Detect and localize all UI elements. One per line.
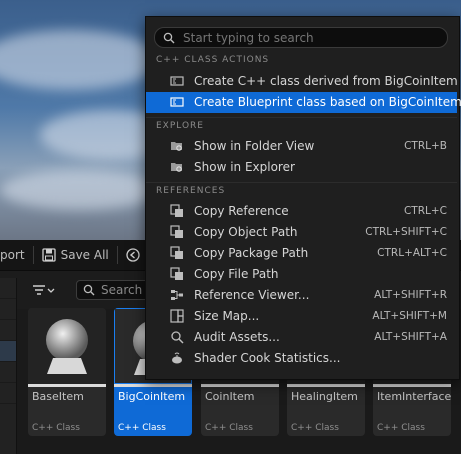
asset-search-input[interactable]: Search [76,280,156,300]
blueprint-class-icon [170,95,184,109]
shortcut-label: CTRL+SHIFT+C [365,226,447,238]
menu-item-show-in-folder-view[interactable]: Show in Folder View CTRL+B [146,136,457,157]
context-menu: C++ CLASS ACTIONS Create C++ class deriv… [145,16,461,380]
cloud [0,170,160,210]
shortcut-label: ALT+SHIFT+M [372,310,447,322]
copy-icon [170,204,184,218]
asset-thumbnail [28,308,106,384]
shortcut-label: CTRL+C [403,205,447,217]
toolbar-divider [32,246,34,264]
asset-name: BigCoinItem [118,390,186,403]
menu-item-create-blueprint-class[interactable]: Create Blueprint class based on BigCoinI… [146,92,461,113]
save-all-button[interactable]: Save All [61,248,109,262]
size-map-icon [170,309,184,323]
shortcut-label: CTRL+B [404,140,447,152]
copy-icon [170,246,184,260]
copy-icon [170,225,184,239]
menu-item-label: Copy Package Path [194,246,309,260]
menu-item-label: Show in Explorer [194,160,295,174]
menu-item-size-map[interactable]: Size Map... ALT+SHIFT+M [146,306,457,327]
menu-item-copy-object-path[interactable]: Copy Object Path CTRL+SHIFT+C [146,222,457,243]
section-header-cpp: C++ CLASS ACTIONS [156,55,270,65]
menu-item-label: Create Blueprint class based on BigCoinI… [194,95,461,109]
menu-item-label: Reference Viewer... [194,288,310,302]
reference-viewer-icon [170,288,184,302]
import-button[interactable]: port [0,248,25,262]
search-placeholder: Search [101,283,143,297]
toolbar-divider [116,246,118,264]
menu-item-reference-viewer[interactable]: Reference Viewer... ALT+SHIFT+R [146,285,457,306]
asset-type: C++ Class [291,423,339,433]
asset-name: CoinItem [205,390,255,403]
menu-item-label: Copy Reference [194,204,289,218]
menu-item-label: Copy File Path [194,267,279,281]
shortcut-label: CTRL+ALT+C [377,247,447,259]
menu-item-copy-reference[interactable]: Copy Reference CTRL+C [146,201,457,222]
asset-type: C++ Class [377,423,425,433]
save-icon [41,248,56,262]
menu-item-label: Copy Object Path [194,225,298,239]
menu-item-label: Show in Folder View [194,139,315,153]
menu-item-copy-file-path[interactable]: Copy File Path [146,264,457,285]
menu-search-field[interactable] [154,27,448,48]
asset-name: ItemInterface [377,390,451,403]
folder-search-icon [170,139,184,153]
menu-item-label: Size Map... [194,309,260,323]
menu-item-label: Audit Assets... [194,330,280,344]
menu-item-label: Create C++ class derived from BigCoinIte… [194,74,458,88]
menu-item-audit-assets[interactable]: Audit Assets... ALT+SHIFT+A [146,327,457,348]
filter-icon[interactable] [32,284,56,298]
shortcut-label: ALT+SHIFT+A [374,331,447,343]
back-icon[interactable] [126,248,140,262]
menu-item-show-in-explorer[interactable]: Show in Explorer [146,157,457,178]
asset-type: C++ Class [32,423,80,433]
menu-item-label: Shader Cook Statistics... [194,351,341,365]
sources-panel [0,278,17,454]
asset-name: BaseItem [32,390,84,403]
search-icon [163,32,175,43]
menu-search-input[interactable] [181,29,435,46]
teapot-icon [170,351,184,365]
asset-type: C++ Class [205,423,253,433]
section-header-references: REFERENCES [156,186,226,196]
section-header-explore: EXPLORE [156,121,204,131]
asset-tile[interactable]: BaseItem C++ Class [28,308,106,436]
cloud [0,30,160,90]
copy-icon [170,267,184,281]
magnifier-icon [170,330,184,344]
asset-type: C++ Class [118,423,166,433]
shortcut-label: ALT+SHIFT+R [374,289,447,301]
cpp-class-icon [170,74,184,88]
menu-item-create-cpp-class[interactable]: Create C++ class derived from BigCoinIte… [146,71,458,92]
folder-search-icon [170,160,184,174]
asset-name: HealingItem [291,390,358,403]
menu-item-shader-cook-statistics[interactable]: Shader Cook Statistics... [146,348,457,369]
menu-item-copy-package-path[interactable]: Copy Package Path CTRL+ALT+C [146,243,457,264]
search-icon [83,284,95,296]
